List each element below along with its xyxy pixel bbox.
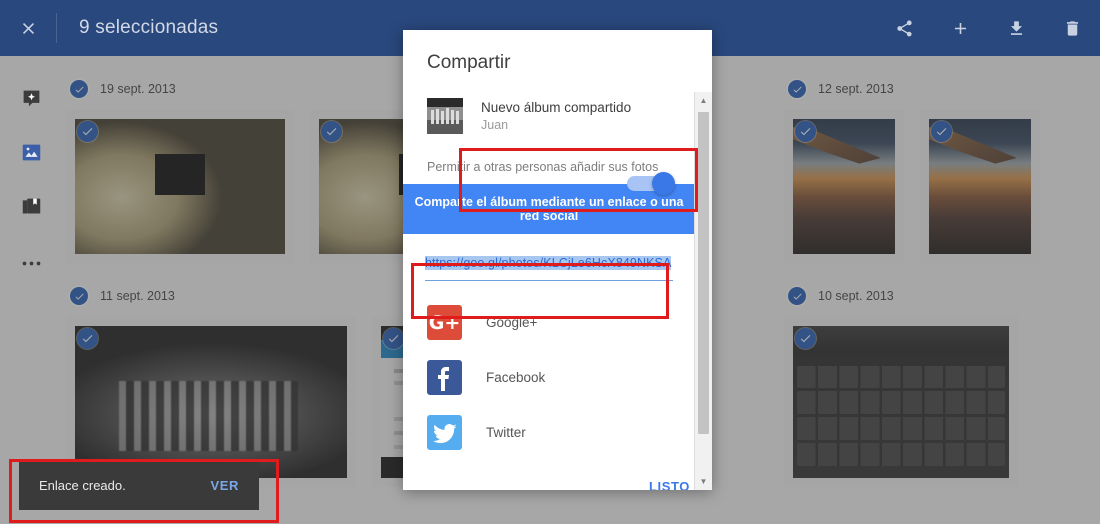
sidebar-item-photos[interactable] [0,128,62,182]
grid-column-right: 12 sept. 2013 10 sept. 2013 [784,74,1040,487]
done-button[interactable]: LISTO [649,479,690,490]
photo-thumbnail [75,119,285,254]
close-selection-button[interactable] [0,0,56,56]
photos-icon [21,142,42,168]
photo-tile[interactable] [784,317,1018,487]
dialog-title: Compartir [427,52,511,73]
toolbar-divider [56,13,57,43]
section-checkbox[interactable] [788,80,806,98]
share-target-label: Twitter [486,425,526,440]
section-date: 10 sept. 2013 [818,289,894,303]
sidebar-rail [0,56,62,524]
scroll-up-arrow[interactable]: ▲ [695,92,712,109]
album-info: Nuevo álbum compartido Juan [481,99,631,134]
link-underline [425,280,673,281]
share-target-twitter[interactable]: Twitter [403,405,695,460]
sidebar-item-more[interactable] [0,236,62,290]
section-checkbox[interactable] [788,287,806,305]
photo-selected-badge[interactable] [795,328,816,349]
album-thumbnail [427,98,463,134]
photo-tile[interactable] [784,110,904,263]
photo-row [784,317,1040,487]
photo-thumbnail [793,326,1009,478]
album-owner: Juan [481,117,509,132]
toast-message: Enlace creado. [39,477,126,493]
trash-icon [1063,19,1082,38]
section-header: 12 sept. 2013 [784,74,1040,110]
share-link-row[interactable]: https://goo.gl/photos/KLCjLe6HcX849NKSA [403,234,695,295]
photo-selected-badge[interactable] [77,121,98,142]
share-target-label: Facebook [486,370,546,385]
photo-thumbnail [75,326,347,478]
photo-selected-badge[interactable] [383,328,404,349]
section-date: 19 sept. 2013 [100,82,176,96]
album-row[interactable]: Nuevo álbum compartido Juan [403,92,695,144]
plus-icon [951,19,970,38]
photo-selected-badge[interactable] [77,328,98,349]
photo-row [784,110,1040,263]
toggle-knob [652,172,675,195]
twitter-icon [427,415,462,450]
selection-count-title: 9 seleccionadas [79,17,219,38]
download-icon [1007,19,1026,38]
toast-action-button[interactable]: VER [210,478,239,493]
download-button[interactable] [988,0,1044,56]
share-target-label: Google+ [486,315,538,330]
share-target-facebook[interactable]: Facebook [403,350,695,405]
section-date: 12 sept. 2013 [818,82,894,96]
more-icon [21,254,42,272]
section-checkbox[interactable] [70,80,88,98]
toast-notification: Enlace creado. VER [19,460,259,510]
close-icon [19,19,38,38]
photo-selected-badge[interactable] [795,121,816,142]
scroll-down-arrow[interactable]: ▼ [695,473,712,490]
photo-selected-badge[interactable] [931,121,952,142]
albums-icon [21,196,42,222]
sidebar-item-albums[interactable] [0,182,62,236]
album-name: Nuevo álbum compartido [481,99,632,115]
permission-toggle[interactable] [627,172,675,195]
google-plus-icon: G+ [427,305,462,340]
facebook-icon [427,360,462,395]
section-checkbox[interactable] [70,287,88,305]
photo-tile[interactable] [920,110,1040,263]
delete-button[interactable] [1044,0,1100,56]
section-header: 10 sept. 2013 [784,281,1040,317]
scrollbar-thumb[interactable] [698,112,709,434]
assistant-icon [21,88,42,114]
share-link-text[interactable]: https://goo.gl/photos/KLCjLe6HcX849NKSA [425,256,672,270]
photo-selected-badge[interactable] [321,121,342,142]
photo-tile[interactable] [66,110,294,263]
share-target-google-plus[interactable]: G+ Google+ [403,295,695,350]
share-banner: Comparte el álbum mediante un enlace o u… [403,184,695,234]
permission-label: Permitir a otras personas añadir sus fot… [427,160,659,174]
dialog-content: Nuevo álbum compartido Juan Permitir a o… [403,92,695,482]
share-dialog: Compartir Nuevo álbum compartido Juan Pe… [403,30,712,490]
dialog-scrollbar[interactable]: ▲ ▼ [694,92,712,490]
share-button[interactable] [876,0,932,56]
sidebar-item-assistant[interactable] [0,74,62,128]
dialog-scroll-area[interactable]: Nuevo álbum compartido Juan Permitir a o… [403,92,712,490]
share-icon [895,19,914,38]
permission-row[interactable]: Permitir a otras personas añadir sus fot… [403,144,695,195]
section-date: 11 sept. 2013 [100,289,175,303]
add-button[interactable] [932,0,988,56]
